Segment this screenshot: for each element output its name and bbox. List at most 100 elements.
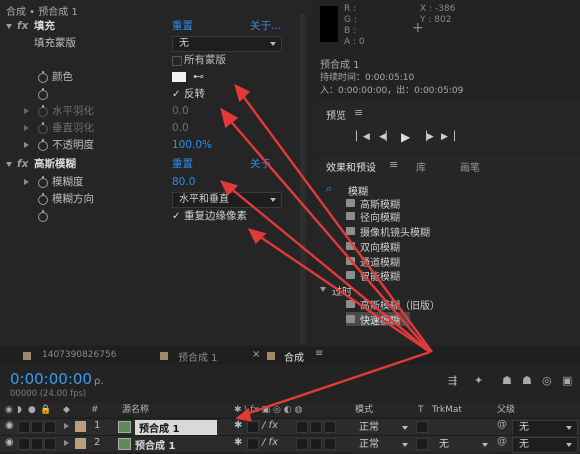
expand-triangle-icon[interactable]	[24, 108, 29, 114]
list-item-selected[interactable]: 快速模糊	[346, 312, 410, 327]
blurriness-value[interactable]: 80.0	[172, 174, 195, 191]
all-masks-checkbox[interactable]	[172, 56, 182, 66]
label-icon[interactable]: ◆	[63, 403, 70, 417]
eye-icon[interactable]: ◉	[5, 420, 14, 431]
stopwatch-icon[interactable]	[38, 210, 48, 222]
preview-menu-icon[interactable]: ≡	[354, 106, 363, 119]
effects-menu-icon[interactable]: ≡	[389, 158, 398, 171]
close-tab-icon[interactable]: ×	[252, 349, 260, 360]
lock-toggle[interactable]	[44, 421, 56, 433]
lock-toggle[interactable]	[44, 438, 56, 450]
switch-box[interactable]	[310, 421, 322, 433]
stopwatch-icon[interactable]	[38, 139, 48, 151]
collapse-triangle-icon[interactable]	[6, 162, 12, 167]
play-button[interactable]: ▶	[401, 130, 410, 144]
list-item[interactable]: 双向模糊	[346, 239, 546, 254]
collapse-triangle-icon[interactable]	[6, 24, 12, 29]
layer-name[interactable]: 预合成 1	[135, 437, 175, 452]
expand-triangle-icon[interactable]	[64, 423, 69, 429]
eyedropper-icon[interactable]: ⊷	[193, 68, 204, 85]
fill-mask-dropdown[interactable]: 无	[172, 36, 282, 52]
solo-toggle[interactable]	[31, 421, 43, 433]
motion-blur-icon[interactable]: ◎	[542, 374, 552, 387]
effect-blur-header[interactable]: fx 高斯模糊 重置 关于	[0, 156, 290, 173]
frame-blending-icon[interactable]: ☗	[522, 374, 532, 387]
effect-fill-header[interactable]: fx 填充 重置 关于...	[0, 18, 290, 35]
invert-checkbox[interactable]: ✓	[172, 86, 180, 103]
switch-box[interactable]	[324, 421, 336, 433]
parent-dropdown[interactable]: 无	[512, 437, 578, 453]
next-frame-button[interactable]: ▕▶	[420, 132, 434, 142]
stopwatch-icon[interactable]	[38, 193, 48, 205]
expand-triangle-icon[interactable]	[64, 440, 69, 446]
col-source-name[interactable]: 源名称	[122, 403, 149, 417]
switch-box[interactable]	[296, 438, 308, 450]
switch-box[interactable]	[310, 438, 322, 450]
fx-switch[interactable]: / fx	[262, 420, 278, 431]
list-item[interactable]: 高斯模糊	[346, 196, 546, 211]
eye-icon[interactable]: ◉	[5, 437, 14, 448]
quality-switch[interactable]	[247, 438, 259, 450]
preserve-transparency-toggle[interactable]	[416, 438, 428, 450]
first-frame-button[interactable]: ▏◀	[356, 132, 370, 142]
collapse-triangle-icon[interactable]	[320, 287, 326, 292]
mode-dropdown[interactable]: 正常	[352, 420, 414, 436]
opacity-value[interactable]: 100.0%	[172, 137, 212, 154]
panel-scrollbar[interactable]	[300, 14, 306, 344]
pick-whip-icon[interactable]: @	[497, 436, 507, 447]
parent-dropdown[interactable]: 无	[512, 420, 578, 436]
about-link[interactable]: 关于...	[250, 18, 281, 35]
stopwatch-icon[interactable]	[38, 176, 48, 188]
list-item[interactable]: 智能模糊	[346, 268, 546, 283]
tab-precomp-1[interactable]: 预合成 1	[178, 349, 218, 364]
list-item[interactable]: 高斯模糊（旧版）	[346, 297, 546, 312]
prev-frame-button[interactable]: ◀▏	[379, 132, 393, 142]
reset-link[interactable]: 重置	[172, 156, 193, 173]
list-item[interactable]: 径向模糊	[346, 209, 546, 224]
solo-icon[interactable]: ●	[28, 403, 36, 417]
tab-comp[interactable]: 合成	[284, 349, 304, 364]
last-frame-button[interactable]: ▶▕	[441, 132, 455, 142]
layer-search-input[interactable]: ρ.	[94, 376, 104, 387]
list-item[interactable]: 通道模糊	[346, 254, 546, 269]
collapse-transform-icon[interactable]: ✱	[234, 420, 242, 431]
draft-3d-icon[interactable]: ✦	[474, 374, 483, 387]
trkmat-dropdown[interactable]: 无	[432, 437, 494, 453]
table-row[interactable]: ◉ 1 预合成 1 ✱ / fx 正常 @ 无	[0, 418, 580, 436]
timecode-display[interactable]: 0:00:00:00	[10, 370, 92, 388]
audio-toggle[interactable]	[18, 421, 30, 433]
preserve-transparency-toggle[interactable]	[416, 421, 428, 433]
tab-library[interactable]: 库	[416, 159, 426, 174]
fx-icon[interactable]: fx	[17, 18, 28, 35]
switch-box[interactable]	[324, 438, 336, 450]
stopwatch-icon[interactable]	[38, 71, 48, 83]
pick-whip-icon[interactable]: @	[497, 419, 507, 430]
eye-icon[interactable]: ◉	[5, 403, 13, 417]
shy-layers-icon[interactable]: ☗	[502, 374, 512, 387]
about-link[interactable]: 关于	[250, 156, 271, 173]
table-row[interactable]: ◉ 2 预合成 1 ✱ / fx 正常 无 @ 无	[0, 435, 580, 453]
tab-brushes[interactable]: 画笔	[460, 159, 480, 174]
audio-icon[interactable]: ◗	[17, 403, 22, 417]
mode-dropdown[interactable]: 正常	[352, 437, 414, 453]
lock-icon[interactable]: 🔒	[40, 403, 51, 417]
layer-label-color[interactable]	[75, 421, 86, 432]
solo-toggle[interactable]	[31, 438, 43, 450]
layer-name[interactable]: 预合成 1	[135, 420, 218, 435]
timeline-menu-icon[interactable]: ≡	[315, 348, 323, 359]
expand-triangle-icon[interactable]	[24, 142, 29, 148]
expand-triangle-icon[interactable]	[24, 125, 29, 131]
list-item[interactable]: 摄像机镜头模糊	[346, 224, 546, 239]
expand-triangle-icon[interactable]	[24, 179, 29, 185]
composition-mini-flowchart-icon[interactable]: ⇶	[448, 374, 457, 387]
audio-toggle[interactable]	[18, 438, 30, 450]
reset-link[interactable]: 重置	[172, 18, 193, 35]
fx-switch[interactable]: / fx	[262, 437, 278, 448]
layer-label-color[interactable]	[75, 438, 86, 449]
repeat-edge-checkbox[interactable]: ✓	[172, 208, 180, 225]
folder-obsolete[interactable]: 过时	[320, 283, 520, 298]
blur-direction-dropdown[interactable]: 水平和垂直	[172, 192, 282, 208]
stopwatch-icon[interactable]	[38, 88, 48, 100]
collapse-transform-icon[interactable]: ✱	[234, 437, 242, 448]
quality-switch[interactable]	[247, 421, 259, 433]
